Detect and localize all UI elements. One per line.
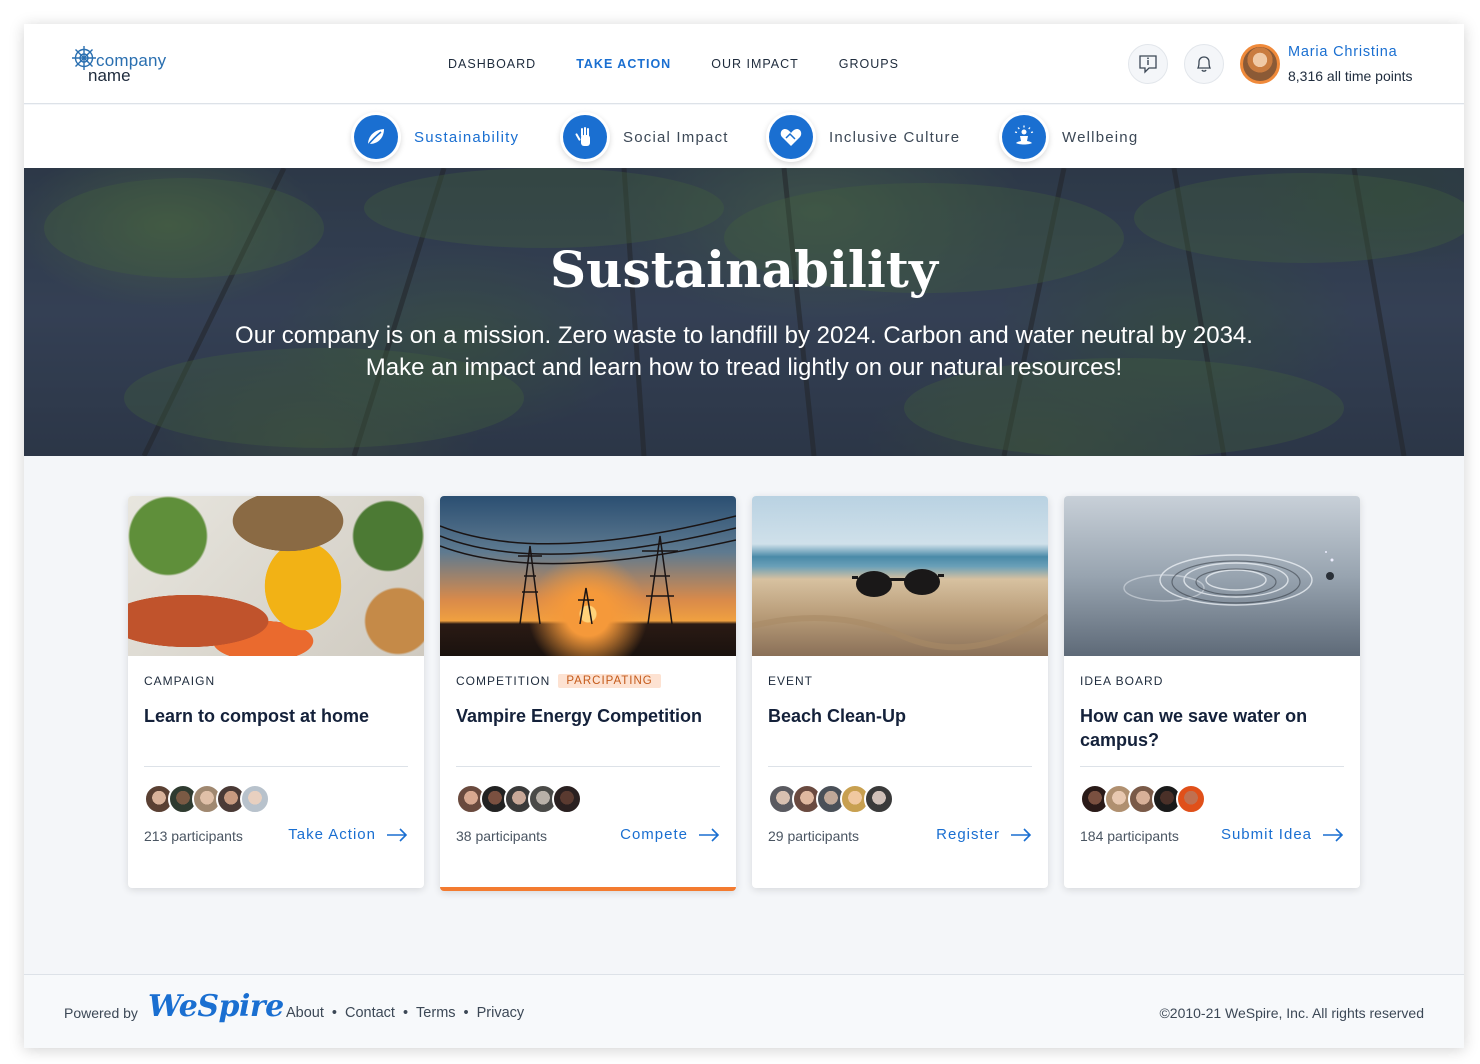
water-ripple-image bbox=[1064, 496, 1360, 656]
participant-count: 213 participants bbox=[144, 828, 243, 844]
separator: • bbox=[402, 1005, 409, 1021]
hero-banner: Sustainability Our company is on a missi… bbox=[24, 168, 1464, 456]
hero-title: Sustainability bbox=[550, 240, 938, 299]
action-card-save-water[interactable]: IDEA BOARD How can we save water on camp… bbox=[1064, 496, 1360, 888]
top-bar: company name DASHBOARD TAKE ACTION OUR I… bbox=[24, 24, 1464, 104]
action-card-vampire-energy[interactable]: COMPETITION PARCIPATING Vampire Energy C… bbox=[440, 496, 736, 891]
action-label: Take Action bbox=[288, 826, 376, 843]
main-nav: DASHBOARD TAKE ACTION OUR IMPACT GROUPS bbox=[448, 57, 899, 71]
avatar bbox=[864, 784, 894, 814]
action-card-beach-cleanup[interactable]: EVENT Beach Clean-Up 29 participants Reg… bbox=[752, 496, 1048, 888]
nav-take-action[interactable]: TAKE ACTION bbox=[576, 57, 671, 71]
power-lines-sunset-image bbox=[440, 496, 736, 656]
register-button[interactable]: Register bbox=[936, 826, 1032, 843]
divider bbox=[1080, 766, 1344, 767]
card-type-row: CAMPAIGN bbox=[144, 674, 215, 688]
participant-count: 184 participants bbox=[1080, 828, 1179, 844]
meditation-icon bbox=[1002, 115, 1046, 159]
arrow-right-icon bbox=[1323, 827, 1344, 842]
footer: Powered by WeSpire About • Contact • Ter… bbox=[24, 974, 1464, 1048]
copyright: ©2010-21 WeSpire, Inc. All rights reserv… bbox=[1159, 1005, 1424, 1021]
user-name[interactable]: Maria Christina bbox=[1288, 44, 1398, 60]
company-logo[interactable]: company name bbox=[70, 44, 210, 86]
category-label: Wellbeing bbox=[1062, 128, 1139, 146]
powered-by-label: Powered by bbox=[64, 1005, 138, 1021]
info-button[interactable] bbox=[1128, 44, 1168, 84]
user-avatar[interactable] bbox=[1240, 44, 1280, 84]
nav-our-impact[interactable]: OUR IMPACT bbox=[711, 57, 799, 71]
footer-link-contact[interactable]: Contact bbox=[345, 1005, 395, 1021]
user-points: 8,316 all time points bbox=[1288, 68, 1413, 84]
logo-text-name: name bbox=[88, 66, 131, 85]
participant-avatars bbox=[144, 784, 270, 814]
category-wellbeing[interactable]: Wellbeing bbox=[1002, 115, 1138, 159]
category-label: Social Impact bbox=[623, 128, 729, 146]
card-title[interactable]: How can we save water on campus? bbox=[1080, 704, 1352, 752]
separator: • bbox=[331, 1005, 337, 1021]
bell-icon bbox=[1196, 56, 1212, 72]
footer-link-terms[interactable]: Terms bbox=[416, 1005, 455, 1021]
card-title[interactable]: Beach Clean-Up bbox=[768, 704, 1040, 728]
hero-overlay bbox=[24, 168, 1464, 456]
participant-avatars bbox=[1080, 784, 1206, 814]
card-type-row: COMPETITION PARCIPATING bbox=[456, 674, 661, 688]
nav-groups[interactable]: GROUPS bbox=[839, 57, 899, 71]
category-sustainability[interactable]: Sustainability bbox=[354, 115, 519, 159]
info-chat-icon bbox=[1139, 55, 1157, 74]
raised-hand-icon bbox=[563, 115, 607, 159]
wespire-logo[interactable]: WeSpire bbox=[148, 989, 284, 1024]
card-type-row: EVENT bbox=[768, 674, 813, 688]
category-label: Inclusive Culture bbox=[829, 128, 961, 146]
action-label: Submit Idea bbox=[1220, 826, 1312, 843]
divider bbox=[768, 766, 1032, 767]
action-label: Compete bbox=[620, 826, 688, 843]
footer-link-about[interactable]: About bbox=[286, 1005, 324, 1021]
sunglasses-beach-image bbox=[752, 496, 1048, 656]
divider bbox=[456, 766, 720, 767]
category-nav: Sustainability Social Impact Inclusive C… bbox=[24, 105, 1464, 168]
category-label: Sustainability bbox=[414, 128, 520, 146]
footer-links: About • Contact • Terms • Privacy bbox=[286, 1005, 524, 1021]
card-title[interactable]: Vampire Energy Competition bbox=[456, 704, 728, 728]
leaf-icon bbox=[354, 115, 398, 159]
vegetables-image bbox=[128, 496, 424, 656]
arrow-right-icon bbox=[699, 827, 720, 842]
avatar bbox=[552, 784, 582, 814]
card-type-row: IDEA BOARD bbox=[1080, 674, 1163, 688]
avatar bbox=[240, 784, 270, 814]
heart-hands-icon bbox=[769, 115, 813, 159]
hero-description: Our company is on a mission. Zero waste … bbox=[235, 322, 1253, 381]
app-frame: company name DASHBOARD TAKE ACTION OUR I… bbox=[24, 24, 1464, 1048]
card-type: EVENT bbox=[768, 674, 814, 688]
arrow-right-icon bbox=[387, 827, 408, 842]
card-type: CAMPAIGN bbox=[144, 674, 216, 688]
participant-avatars bbox=[456, 784, 582, 814]
separator: • bbox=[463, 1005, 469, 1021]
nav-dashboard[interactable]: DASHBOARD bbox=[448, 57, 536, 71]
submit-idea-button[interactable]: Submit Idea bbox=[1221, 826, 1344, 843]
participant-count: 38 participants bbox=[456, 828, 548, 844]
take-action-button[interactable]: Take Action bbox=[288, 826, 408, 843]
participant-avatars bbox=[768, 784, 894, 814]
action-cards: CAMPAIGN Learn to compost at home 213 pa… bbox=[128, 496, 1360, 891]
participant-count: 29 participants bbox=[768, 828, 860, 844]
action-card-compost[interactable]: CAMPAIGN Learn to compost at home 213 pa… bbox=[128, 496, 424, 888]
participating-badge: PARCIPATING bbox=[558, 674, 661, 688]
card-type: COMPETITION bbox=[456, 674, 551, 688]
category-inclusive-culture[interactable]: Inclusive Culture bbox=[769, 115, 960, 159]
card-title[interactable]: Learn to compost at home bbox=[144, 704, 416, 728]
footer-link-privacy[interactable]: Privacy bbox=[477, 1005, 525, 1021]
divider bbox=[144, 766, 408, 767]
action-label: Register bbox=[936, 826, 1000, 843]
notifications-button[interactable] bbox=[1184, 44, 1224, 84]
arrow-right-icon bbox=[1011, 827, 1032, 842]
category-social-impact[interactable]: Social Impact bbox=[563, 115, 729, 159]
avatar bbox=[1176, 784, 1206, 814]
card-type: IDEA BOARD bbox=[1080, 674, 1164, 688]
compete-button[interactable]: Compete bbox=[620, 826, 720, 843]
